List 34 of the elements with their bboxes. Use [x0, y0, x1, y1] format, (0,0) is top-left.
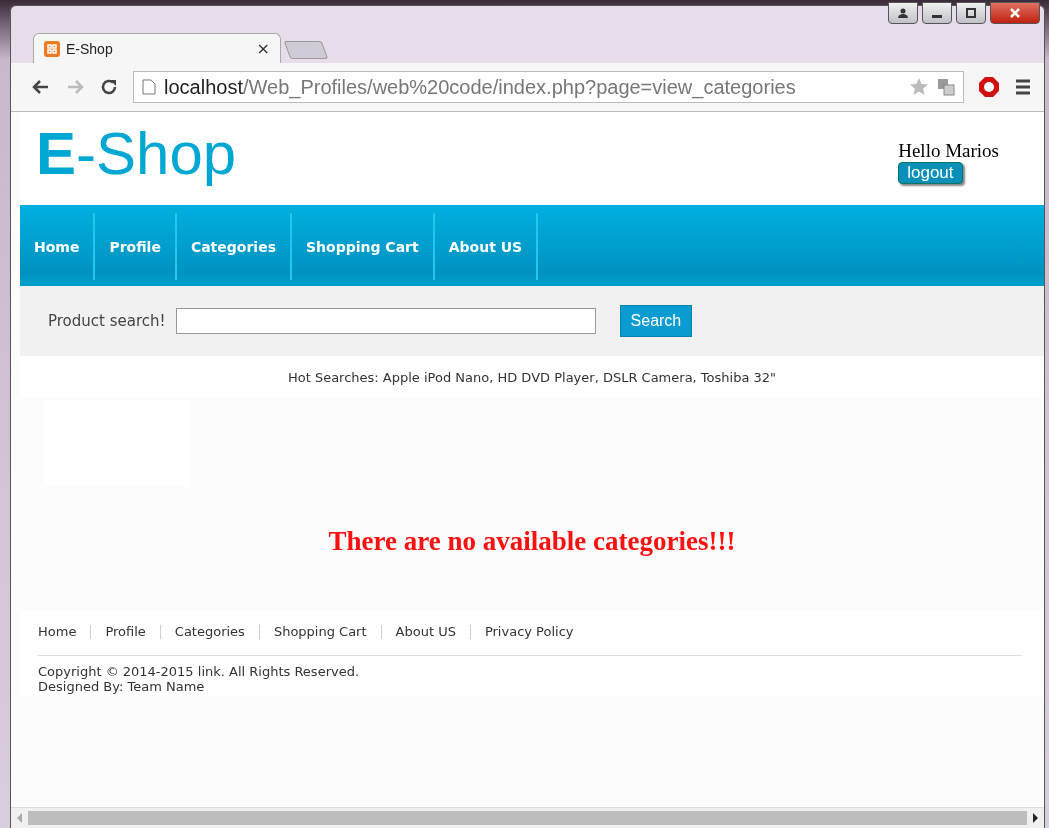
- footer-link[interactable]: Shopping Cart: [273, 624, 367, 639]
- footer-link[interactable]: Home: [38, 624, 77, 639]
- tab-title: E-Shop: [66, 40, 114, 57]
- menu-icon[interactable]: [1014, 78, 1032, 96]
- star-icon[interactable]: [909, 77, 929, 97]
- scroll-right-icon[interactable]: [1033, 813, 1038, 823]
- footer-link[interactable]: Profile: [105, 624, 146, 639]
- close-icon: [1009, 7, 1021, 19]
- copyright-text: Copyright © 2014-2015 link. All Rights Reserved.: [38, 664, 361, 679]
- greeting-text: Hello Marios: [898, 140, 999, 162]
- stop-sign-icon[interactable]: [978, 76, 1000, 98]
- logout-button[interactable]: logout: [898, 162, 963, 184]
- page-icon: [142, 79, 156, 95]
- maximize-icon: [965, 7, 977, 19]
- close-button[interactable]: [990, 2, 1040, 24]
- minimize-icon: [932, 14, 942, 18]
- browser-tab[interactable]: E-Shop ×: [33, 33, 281, 63]
- minimize-button[interactable]: [922, 2, 952, 24]
- reload-icon[interactable]: [99, 77, 119, 97]
- designer-credit: Designed By: Team Name: [38, 679, 206, 694]
- url-text: localhost/Web_Profiles/web%20code/index.php?page=view_categories: [164, 75, 797, 99]
- close-tab-button[interactable]: ×: [256, 39, 270, 58]
- search-field[interactable]: [175, 308, 596, 334]
- profile-button[interactable]: [888, 2, 918, 24]
- search-label: Product search!: [48, 312, 166, 330]
- horizontal-scrollbar[interactable]: [11, 807, 1044, 828]
- footer-link[interactable]: Privacy Policy: [484, 624, 574, 639]
- address-bar[interactable]: localhost/Web_Profiles/web%20code/index.php?page=view_categories: [133, 71, 964, 103]
- empty-message: There are no available categories!!!: [327, 526, 737, 557]
- maximize-button[interactable]: [956, 2, 986, 24]
- footer-link[interactable]: Categories: [174, 624, 245, 639]
- translate-icon[interactable]: [937, 78, 955, 96]
- footer-link[interactable]: About US: [395, 624, 456, 639]
- user-icon: [897, 7, 909, 19]
